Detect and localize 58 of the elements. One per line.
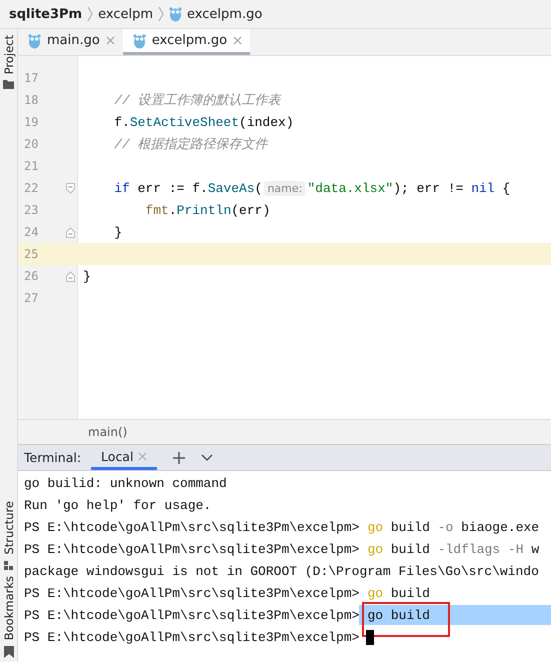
fold-icon[interactable] xyxy=(66,270,75,282)
terminal-output: go build -o biaoge.exe xyxy=(367,520,540,534)
tool-window-tab[interactable]: Structure xyxy=(2,501,16,555)
close-icon[interactable] xyxy=(233,36,242,45)
structure-icon xyxy=(4,560,14,570)
code-line: // 设置工作簿的默认工作表 xyxy=(113,92,281,109)
fold-icon[interactable] xyxy=(66,226,75,238)
code-line: } xyxy=(82,268,91,284)
file-tab[interactable]: excelpm.go xyxy=(122,29,250,55)
line-number: 26 xyxy=(23,269,40,283)
terminal-output: go build -ldflags -H w xyxy=(367,542,540,556)
fold-icon[interactable] xyxy=(66,182,75,194)
chevron-down-icon[interactable] xyxy=(201,454,214,462)
terminal-prompt: PS E:\htcode\goAllPm\src\sqlite3Pm\excelpm> xyxy=(24,630,360,644)
breadcrumb-item[interactable]: excelpm xyxy=(98,6,154,22)
terminal-prompt: PS E:\htcode\goAllPm\src\sqlite3Pm\excelpm> xyxy=(24,608,360,622)
terminal-tab[interactable]: Local xyxy=(91,445,158,470)
file-tab[interactable]: main.go xyxy=(18,29,123,55)
code-line: } xyxy=(113,224,122,240)
terminal-output: package windowsgui is not in GOROOT (D:\Program Files\Go\src\windo xyxy=(24,564,539,578)
line-number: 25 xyxy=(23,247,40,261)
terminal-prompt: PS E:\htcode\goAllPm\src\sqlite3Pm\excelpm> xyxy=(24,586,360,600)
breadcrumb-item[interactable]: excelpm.go xyxy=(187,6,262,22)
tool-window-tab[interactable]: Bookmarks xyxy=(2,576,16,640)
line-number: 19 xyxy=(23,115,40,129)
code-line: fmt.Println(err) xyxy=(144,202,270,218)
bookmark-icon xyxy=(4,646,14,658)
panel-title: Terminal: xyxy=(24,450,82,465)
code-line: f.SetActiveSheet(index) xyxy=(113,114,294,130)
code-line: if err := f.SaveAs( name: "data.xlsx"); err != nil { xyxy=(113,180,510,196)
breadcrumb-item[interactable]: sqlite3Pm xyxy=(9,6,82,22)
chevron-icon xyxy=(158,6,164,22)
gopher-icon xyxy=(169,6,182,22)
terminal-prompt: PS E:\htcode\goAllPm\src\sqlite3Pm\excelpm> xyxy=(24,520,360,534)
code-breadcrumb[interactable]: main() xyxy=(88,425,128,439)
tool-window-tab[interactable]: Project xyxy=(2,35,16,74)
line-number: 27 xyxy=(23,291,40,305)
line-number: 22 xyxy=(23,181,40,195)
close-icon[interactable] xyxy=(106,36,115,45)
code-editor[interactable]: 17 18 // 设置工作簿的默认工作表 19 f.SetActiveSheet(index) 20 // 根据指定路径保存文件 21 22 if err := f.SaveAs( name: "data.xlsx"); err != nil { 23 fmt.Println(err) 24 } 25 26 } 27 main() xyxy=(18,56,551,444)
line-number: 17 xyxy=(23,71,40,85)
chevron-icon xyxy=(87,6,94,22)
line-number: 24 xyxy=(23,225,40,239)
gopher-icon xyxy=(28,32,41,48)
code-line: // 根据指定路径保存文件 xyxy=(113,136,268,153)
terminal-prompt: PS E:\htcode\goAllPm\src\sqlite3Pm\excelpm> xyxy=(24,542,360,556)
terminal-output: go builid: unknown command xyxy=(24,476,227,490)
add-icon[interactable] xyxy=(173,452,186,464)
terminal-output: go build xyxy=(367,586,430,600)
terminal-output: Run 'go help' for usage. xyxy=(24,498,212,512)
line-number: 21 xyxy=(23,159,40,173)
gopher-icon xyxy=(132,32,146,48)
line-number: 18 xyxy=(23,93,40,107)
close-icon[interactable] xyxy=(138,452,148,460)
folder-icon xyxy=(3,80,14,90)
line-number: 23 xyxy=(23,203,40,217)
line-number: 20 xyxy=(23,137,40,151)
terminal-output: go build xyxy=(367,608,430,622)
